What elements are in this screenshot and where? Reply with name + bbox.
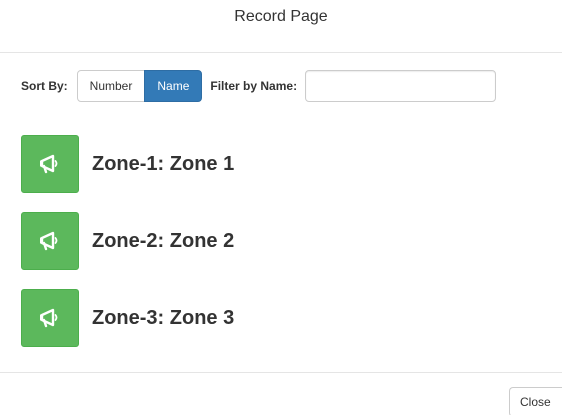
- megaphone-icon: [40, 231, 58, 251]
- modal-title: Record Page: [234, 8, 328, 25]
- zone-1-name: Zone-1: Zone 1: [92, 152, 235, 175]
- sort-number-button[interactable]: Number: [76, 70, 146, 102]
- megaphone-icon: [40, 154, 58, 174]
- modal-footer: Close: [0, 372, 562, 415]
- zone-item-1[interactable]: Zone-1: Zone 1: [21, 135, 234, 193]
- sort-by-label: Sort By:: [21, 79, 68, 93]
- sort-filter-toolbar: Sort By: Number Name Filter by Name:: [21, 69, 497, 103]
- filter-name-input[interactable]: [305, 70, 497, 102]
- record-page-modal: Record Page Sort By: Number Name Filter …: [0, 0, 562, 415]
- zone-3-button[interactable]: [21, 289, 79, 347]
- zone-item-2[interactable]: Zone-2: Zone 2: [21, 212, 234, 270]
- sort-name-button[interactable]: Name: [144, 70, 203, 102]
- modal-header: Record Page: [0, 0, 562, 53]
- sort-button-group: Number Name: [76, 70, 203, 102]
- close-button[interactable]: Close: [509, 387, 562, 415]
- megaphone-icon: [40, 308, 58, 328]
- zone-2-name: Zone-2: Zone 2: [92, 229, 235, 252]
- zone-3-name: Zone-3: Zone 3: [92, 306, 235, 329]
- zone-item-3[interactable]: Zone-3: Zone 3: [21, 289, 234, 347]
- zone-1-button[interactable]: [21, 135, 79, 193]
- zone-2-button[interactable]: [21, 212, 79, 270]
- filter-by-name-label: Filter by Name:: [210, 79, 298, 93]
- zone-list: Zone-1: Zone 1 Zone-2: Zone 2 Zone-3: Zo…: [21, 135, 234, 366]
